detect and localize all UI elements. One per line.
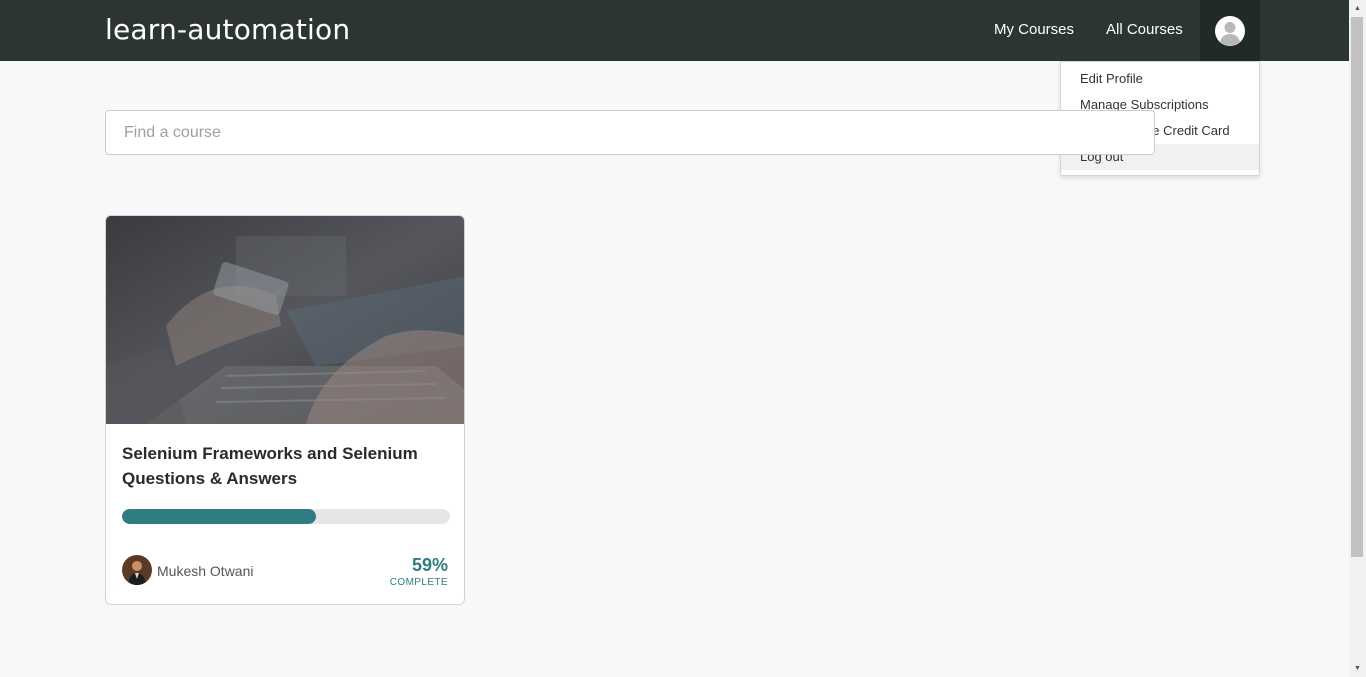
course-progress-bar	[122, 509, 450, 524]
course-search-input[interactable]	[105, 110, 1155, 155]
course-progress-fill	[122, 509, 316, 524]
author-photo	[122, 555, 152, 585]
course-thumbnail-image	[106, 216, 464, 424]
author-avatar	[122, 555, 152, 585]
user-menu-button[interactable]	[1200, 0, 1260, 61]
scroll-down-arrow-icon[interactable]: ▼	[1349, 660, 1366, 677]
top-navbar: learn-automation My Courses All Courses	[0, 0, 1349, 61]
page-scrollbar[interactable]: ▲ ▼	[1349, 0, 1366, 677]
scroll-up-arrow-icon[interactable]: ▲	[1349, 0, 1366, 17]
course-progress-summary: 59% COMPLETE	[390, 555, 448, 588]
user-avatar-icon	[1215, 16, 1245, 46]
course-title[interactable]: Selenium Frameworks and Selenium Questio…	[122, 441, 442, 491]
menu-item-edit-profile[interactable]: Edit Profile	[1061, 66, 1259, 92]
course-thumbnail	[106, 216, 464, 424]
course-card[interactable]: Selenium Frameworks and Selenium Questio…	[105, 215, 465, 605]
author-name: Mukesh Otwani	[157, 563, 254, 579]
scroll-thumb[interactable]	[1351, 17, 1363, 557]
progress-label: COMPLETE	[389, 577, 448, 588]
nav-all-courses[interactable]: All Courses	[1106, 21, 1183, 38]
nav-my-courses[interactable]: My Courses	[994, 21, 1074, 38]
progress-percent: 59%	[411, 555, 448, 575]
site-brand[interactable]: learn-automation	[105, 13, 350, 46]
